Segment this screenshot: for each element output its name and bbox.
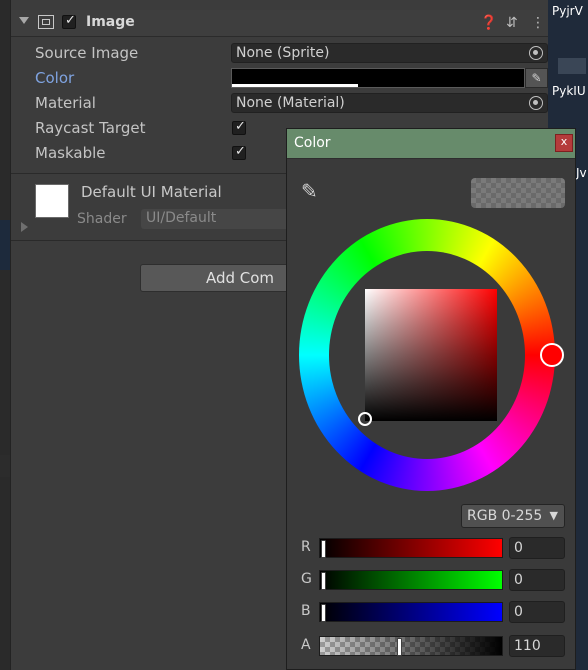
left-panel-edge	[0, 0, 11, 670]
channel-row-g: G0	[287, 569, 575, 593]
source-image-label: Source Image	[35, 44, 139, 62]
color-mode-value: RGB 0-255	[467, 508, 543, 524]
eyedropper-icon[interactable]: ✎	[525, 68, 548, 88]
material-label: Material	[35, 94, 96, 112]
color-picker-titlebar[interactable]: Color x	[287, 129, 575, 159]
source-image-value: None (Sprite)	[236, 45, 330, 61]
left-panel-block	[0, 220, 10, 270]
maskable-checkbox[interactable]: ✓	[232, 144, 246, 160]
shader-label: Shader	[77, 211, 127, 227]
scene-text: Jv	[576, 166, 587, 180]
component-enabled-checkbox[interactable]: ✓	[62, 13, 76, 29]
presets-icon[interactable]: ⇵	[506, 15, 518, 31]
channel-row-b: B0	[287, 601, 575, 625]
channel-value-field[interactable]: 110	[509, 635, 565, 657]
slider-handle[interactable]	[321, 572, 326, 590]
color-picker-window: Color x ✎ RGB 0-255 ▼ R 0 G 0 B 0 A 110	[286, 128, 576, 670]
hue-handle[interactable]	[540, 343, 564, 367]
help-icon[interactable]: ❓	[480, 15, 497, 31]
channel-slider-a[interactable]	[319, 636, 503, 656]
raycast-target-label: Raycast Target	[35, 119, 146, 137]
eyedropper-icon[interactable]: ✎	[301, 179, 318, 203]
color-field[interactable]	[231, 68, 525, 88]
material-value: None (Material)	[236, 95, 345, 111]
component-header[interactable]: ✓ Image ❓ ⇵ ⋮	[11, 10, 548, 37]
channel-value-field[interactable]: 0	[509, 569, 565, 591]
channel-value-field[interactable]: 0	[509, 601, 565, 623]
channel-label: A	[301, 637, 311, 653]
channel-row-r: R0	[287, 537, 575, 561]
slider-handle[interactable]	[321, 540, 326, 558]
alpha-indicator	[232, 84, 358, 87]
color-preview-swatch	[471, 178, 565, 208]
color-mode-dropdown[interactable]: RGB 0-255 ▼	[461, 504, 565, 528]
checkmark-icon: ✓	[235, 144, 246, 159]
raycast-target-checkbox[interactable]: ✓	[232, 119, 246, 135]
chevron-down-icon: ▼	[549, 509, 558, 522]
checkmark-icon: ✓	[65, 13, 76, 28]
checkmark-icon: ✓	[235, 119, 246, 134]
scene-text: PykIU	[552, 84, 586, 98]
slider-handle[interactable]	[321, 604, 326, 622]
maskable-label: Maskable	[35, 144, 106, 162]
material-field[interactable]: None (Material)	[231, 93, 548, 113]
shader-dropdown[interactable]: UI/Default	[141, 209, 291, 229]
foldout-arrow-icon[interactable]	[19, 17, 29, 24]
material-name: Default UI Material	[81, 183, 222, 201]
component-title: Image	[86, 14, 135, 30]
channel-label: B	[301, 603, 311, 619]
channel-value-field[interactable]: 0	[509, 537, 565, 559]
scene-thumbnail	[558, 58, 586, 74]
scene-text: PyjrV	[552, 4, 583, 18]
channel-slider-g[interactable]	[319, 570, 503, 590]
channel-label: R	[301, 539, 311, 555]
saturation-value-square[interactable]	[365, 289, 497, 421]
channel-slider-r[interactable]	[319, 538, 503, 558]
saturation-value-handle[interactable]	[358, 412, 372, 426]
object-picker-icon[interactable]	[529, 96, 543, 110]
channel-label: G	[301, 571, 312, 587]
close-icon[interactable]: x	[555, 134, 573, 152]
left-panel-block	[0, 455, 10, 477]
expand-arrow-icon[interactable]	[21, 222, 28, 232]
material-thumbnail	[35, 184, 69, 218]
channel-row-a: A 110	[287, 635, 575, 659]
channel-slider-b[interactable]	[319, 602, 503, 622]
hue-wheel[interactable]	[299, 219, 564, 491]
color-picker-title: Color	[294, 135, 331, 151]
object-picker-icon[interactable]	[529, 46, 543, 60]
slider-handle[interactable]	[397, 638, 403, 656]
image-component-icon	[38, 15, 54, 29]
color-label: Color	[35, 69, 75, 87]
source-image-field[interactable]: None (Sprite)	[231, 43, 548, 63]
context-menu-icon[interactable]: ⋮	[531, 15, 545, 31]
